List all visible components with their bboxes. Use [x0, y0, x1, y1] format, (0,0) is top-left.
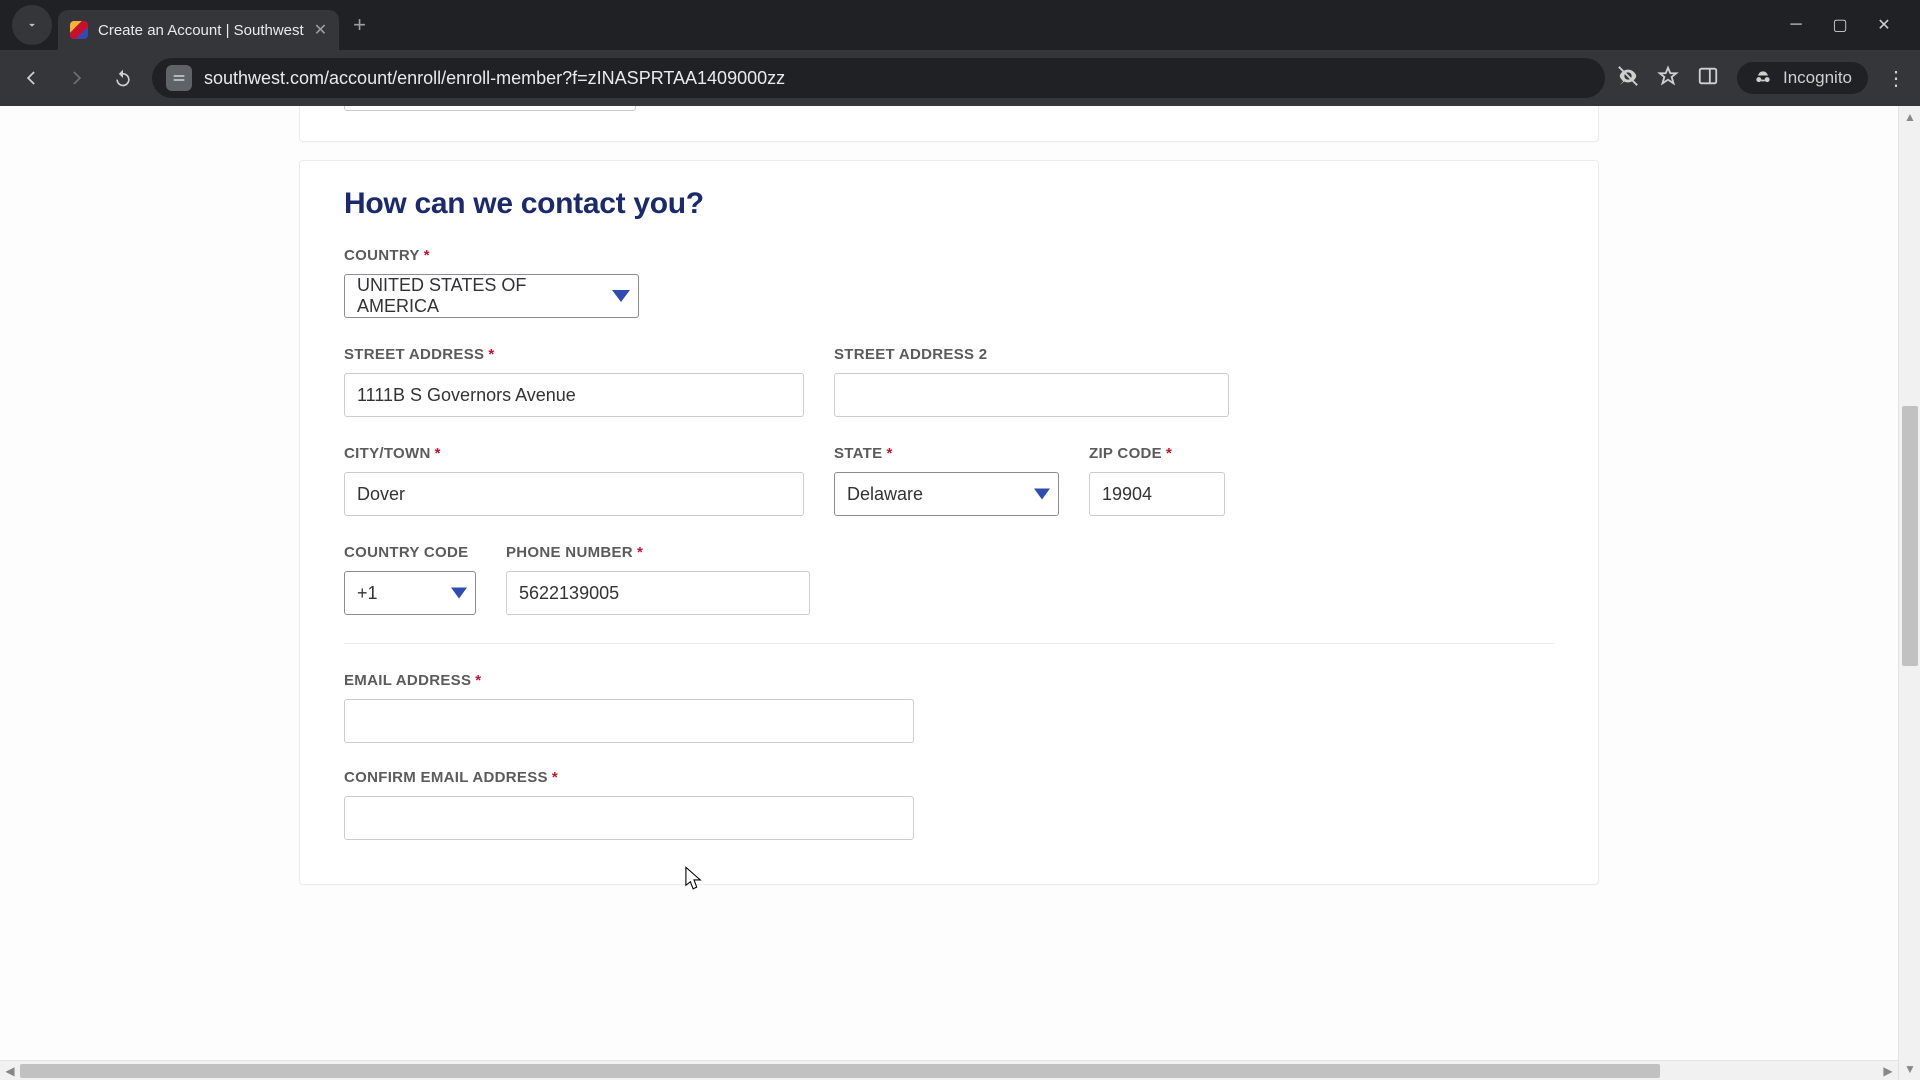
phone-label: PHONE NUMBER* — [506, 544, 810, 561]
state-select[interactable]: Delaware — [834, 472, 1059, 516]
country-value: UNITED STATES OF AMERICA — [357, 275, 608, 317]
vertical-scroll-thumb[interactable] — [1902, 406, 1918, 666]
country-code-select[interactable]: +1 — [344, 571, 476, 615]
preferred-first-name-field[interactable] — [344, 106, 636, 111]
tab-search-button[interactable] — [12, 5, 52, 45]
chevron-down-icon — [612, 290, 630, 302]
country-label: COUNTRY* — [344, 247, 639, 264]
scroll-left-button[interactable]: ◀ — [0, 1061, 20, 1080]
chevron-down-icon — [1034, 489, 1050, 500]
city-label: CITY/TOWN* — [344, 445, 804, 462]
maximize-button[interactable]: ▢ — [1832, 17, 1848, 33]
vertical-scrollbar[interactable]: ▲ ▼ — [1898, 106, 1920, 1080]
country-select[interactable]: UNITED STATES OF AMERICA — [344, 274, 639, 318]
minimize-button[interactable]: ─ — [1788, 17, 1804, 33]
zip-label: ZIP CODE* — [1089, 445, 1225, 462]
state-value: Delaware — [847, 484, 923, 505]
window-controls: ─ ▢ ✕ — [1770, 0, 1910, 50]
reload-button[interactable] — [106, 61, 140, 95]
browser-toolbar: southwest.com/account/enroll/enroll-memb… — [0, 50, 1920, 106]
browser-tab-active[interactable]: Create an Account | Southwest ✕ — [58, 10, 339, 50]
street-address-label: STREET ADDRESS* — [344, 346, 804, 363]
tab-title: Create an Account | Southwest — [98, 22, 304, 39]
chevron-down-icon — [25, 18, 39, 32]
section-heading: How can we contact you? — [344, 187, 1554, 221]
zip-field[interactable]: 19904 — [1089, 472, 1225, 516]
previous-section-card: A preferred first name may be provided f… — [299, 106, 1599, 142]
scroll-up-button[interactable]: ▲ — [1899, 106, 1920, 128]
incognito-indicator[interactable]: Incognito — [1737, 62, 1868, 94]
scroll-down-button[interactable]: ▼ — [1899, 1058, 1920, 1080]
new-tab-button[interactable]: + — [339, 12, 380, 38]
url-text: southwest.com/account/enroll/enroll-memb… — [204, 68, 785, 89]
street-address-2-field[interactable] — [834, 373, 1229, 417]
confirm-email-field[interactable] — [344, 796, 914, 840]
browser-titlebar: Create an Account | Southwest ✕ + ─ ▢ ✕ — [0, 0, 1920, 50]
country-code-value: +1 — [357, 583, 378, 604]
contact-section-card: How can we contact you? COUNTRY* UNITED … — [299, 160, 1599, 885]
chevron-down-icon — [451, 588, 467, 599]
back-button[interactable] — [14, 61, 48, 95]
kebab-menu-icon[interactable]: ⋮ — [1886, 66, 1906, 91]
scroll-right-button[interactable]: ▶ — [1878, 1061, 1898, 1080]
incognito-label: Incognito — [1783, 68, 1852, 88]
favicon-icon — [70, 21, 88, 39]
phone-field[interactable]: 5622139005 — [506, 571, 810, 615]
state-label: STATE* — [834, 445, 1059, 462]
bookmark-icon[interactable] — [1657, 65, 1679, 92]
horizontal-scroll-thumb[interactable] — [20, 1064, 1660, 1078]
incognito-icon — [1753, 68, 1773, 88]
divider — [344, 643, 1554, 644]
email-label: EMAIL ADDRESS* — [344, 672, 914, 689]
street-address-2-label: STREET ADDRESS 2 — [834, 346, 1229, 363]
tracking-off-icon[interactable] — [1617, 65, 1639, 92]
street-address-field[interactable]: 1111B S Governors Avenue — [344, 373, 804, 417]
close-window-button[interactable]: ✕ — [1876, 17, 1892, 33]
page-viewport: A preferred first name may be provided f… — [0, 106, 1920, 1080]
close-tab-icon[interactable]: ✕ — [314, 20, 327, 40]
city-field[interactable]: Dover — [344, 472, 804, 516]
side-panel-icon[interactable] — [1697, 65, 1719, 92]
address-bar[interactable]: southwest.com/account/enroll/enroll-memb… — [152, 58, 1605, 98]
forward-button[interactable] — [60, 61, 94, 95]
site-info-icon[interactable] — [166, 65, 192, 91]
email-field[interactable] — [344, 699, 914, 743]
confirm-email-label: CONFIRM EMAIL ADDRESS* — [344, 769, 914, 786]
horizontal-scrollbar[interactable]: ◀ ▶ — [0, 1060, 1898, 1080]
country-code-label: COUNTRY CODE — [344, 544, 476, 561]
